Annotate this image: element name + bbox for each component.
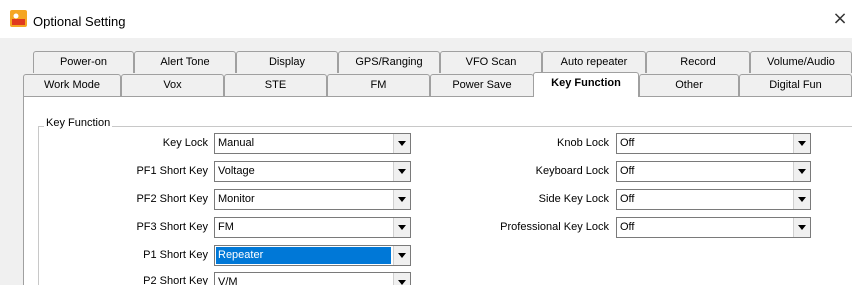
knob-lock-value: Off [620,137,635,149]
pf1-short-key-select[interactable]: Voltage [214,161,411,182]
tab-record[interactable]: Record [646,51,750,73]
keyboard-lock-label: Keyboard Lock [535,165,609,177]
tab-key-function[interactable]: Key Function [533,72,639,97]
dropdown-arrow-icon [393,246,410,265]
tab-power-save[interactable]: Power Save [430,74,534,96]
side-key-lock-value: Off [620,193,635,205]
window-title: Optional Setting [33,14,126,29]
professional-key-lock-value: Off [620,221,635,233]
pf2-short-key-select[interactable]: Monitor [214,189,411,210]
pf2-short-key-label: PF2 Short Key [136,193,208,205]
app-icon [10,10,27,27]
professional-key-lock-label: Professional Key Lock [500,221,609,233]
p2-short-key-select[interactable]: V/M [214,272,411,285]
dropdown-arrow-icon [793,162,810,181]
tab-volume-audio[interactable]: Volume/Audio [750,51,852,73]
dropdown-arrow-icon [393,190,410,209]
pf3-short-key-select[interactable]: FM [214,217,411,238]
dropdown-arrow-icon [793,134,810,153]
pf1-short-key-value: Voltage [218,165,255,177]
dropdown-arrow-icon [393,162,410,181]
keyboard-lock-value: Off [620,165,635,177]
professional-key-lock-select[interactable]: Off [616,217,811,238]
dropdown-arrow-icon [393,273,410,285]
dropdown-arrow-icon [793,218,810,237]
tab-work-mode[interactable]: Work Mode [23,74,121,96]
knob-lock-select[interactable]: Off [616,133,811,154]
p2-short-key-value: V/M [218,276,238,285]
tab-gps-ranging[interactable]: GPS/Ranging [338,51,440,73]
pf1-short-key-label: PF1 Short Key [136,165,208,177]
p1-short-key-select[interactable]: Repeater [214,245,411,266]
title-bar: Optional Setting × [0,0,852,38]
dropdown-arrow-icon [793,190,810,209]
tab-vfo-scan[interactable]: VFO Scan [440,51,542,73]
dropdown-arrow-icon [393,134,410,153]
side-key-lock-label: Side Key Lock [538,193,609,205]
tab-display[interactable]: Display [236,51,338,73]
p1-short-key-label: P1 Short Key [143,249,208,261]
side-key-lock-select[interactable]: Off [616,189,811,210]
pf3-short-key-label: PF3 Short Key [136,221,208,233]
key-lock-value: Manual [218,137,255,149]
close-button[interactable]: × [828,6,852,32]
p2-short-key-label: P2 Short Key [143,275,208,285]
tab-digital-fun[interactable]: Digital Fun [739,74,852,96]
tab-ste[interactable]: STE [224,74,327,96]
p1-short-key-value: Repeater [216,247,391,264]
tab-power-on[interactable]: Power-on [33,51,134,73]
keyboard-lock-select[interactable]: Off [616,161,811,182]
close-icon: × [832,8,848,29]
tab-alert-tone[interactable]: Alert Tone [134,51,236,73]
tab-fm[interactable]: FM [327,74,430,96]
tab-other[interactable]: Other [639,74,739,96]
group-title: Key Function [44,117,113,129]
pf2-short-key-value: Monitor [218,193,255,205]
dropdown-arrow-icon [393,218,410,237]
key-lock-label: Key Lock [162,137,208,149]
pf3-short-key-value: FM [218,221,234,233]
knob-lock-label: Knob Lock [557,137,609,149]
key-lock-select[interactable]: Manual [214,133,411,154]
tab-auto-repeater[interactable]: Auto repeater [542,51,646,73]
tab-vox[interactable]: Vox [121,74,224,96]
